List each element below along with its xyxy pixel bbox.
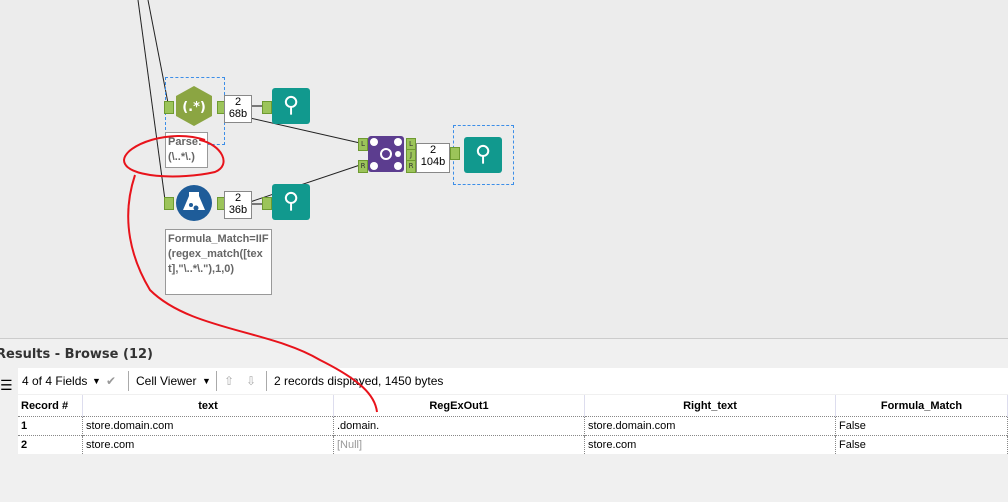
checkmark-icon[interactable]: ✔ — [106, 374, 116, 388]
regex-input-anchor[interactable] — [164, 101, 174, 114]
table-row: 2 store.com [Null] store.com False — [18, 435, 1008, 454]
column-header[interactable]: text — [82, 395, 334, 417]
cell[interactable]: False — [835, 435, 1008, 454]
menu-icon[interactable]: ☰ — [0, 379, 13, 393]
regex-annotation: Parse: (\..*\.) — [165, 132, 208, 168]
cell[interactable]: store.domain.com — [82, 416, 334, 436]
binoculars-icon[interactable]: ⚲ — [464, 137, 502, 173]
formula-record-count: 2 36b — [224, 191, 252, 219]
formula-annotation: Formula_Match=IIF(regex_match([text],"\.… — [165, 229, 272, 295]
formula-input-anchor[interactable] — [164, 197, 174, 210]
regex-record-count: 2 68b — [224, 95, 252, 123]
join-record-count: 2 104b — [416, 143, 450, 173]
results-panel: Results - Browse (12) ☰ 4 of 4 Fields ▼ … — [0, 338, 1008, 502]
table-header: Record # text RegExOut1 Right_text Formu… — [18, 395, 1008, 417]
formula-flask-icon[interactable] — [175, 184, 213, 222]
workflow-canvas[interactable]: (.*) 2 68b ⚲ Parse: (\..*\.) 2 36b ⚲ Formu… — [0, 0, 1008, 338]
fields-select[interactable]: 4 of 4 Fields — [22, 374, 87, 388]
cell[interactable]: store.com — [584, 435, 836, 454]
arrow-down-icon[interactable]: ⇩ — [246, 374, 256, 388]
cell[interactable]: 2 — [18, 435, 83, 454]
regex-icon[interactable]: (.*) — [174, 86, 214, 126]
results-toolbar: 4 of 4 Fields ▼ ✔ Cell Viewer ▼ ⇧ ⇩ 2 re… — [18, 368, 1008, 394]
cell[interactable]: False — [835, 416, 1008, 436]
browse-input-anchor[interactable] — [262, 101, 272, 114]
cell[interactable]: store.com — [82, 435, 334, 454]
column-header[interactable]: Formula_Match — [835, 395, 1008, 417]
column-header[interactable]: Record # — [18, 395, 83, 417]
cell[interactable]: [Null] — [333, 435, 585, 454]
cell[interactable]: 1 — [18, 416, 83, 436]
join-left-input[interactable]: L — [358, 138, 368, 151]
chevron-down-icon[interactable]: ▼ — [92, 376, 101, 386]
viewer-select[interactable]: Cell Viewer — [136, 374, 196, 388]
join-icon[interactable] — [368, 136, 404, 172]
column-header[interactable]: RegExOut1 — [333, 395, 585, 417]
binoculars-icon[interactable]: ⚲ — [272, 184, 310, 220]
connection-line — [137, 0, 166, 201]
join-right-output[interactable]: R — [406, 160, 416, 173]
browse-input-anchor[interactable] — [450, 147, 460, 160]
browse-input-anchor[interactable] — [262, 197, 272, 210]
cell[interactable]: .domain. — [333, 416, 585, 436]
table-row: 1 store.domain.com .domain. store.domain… — [18, 416, 1008, 436]
results-table: Record # text RegExOut1 Right_text Formu… — [18, 395, 1008, 454]
svg-text:(.*): (.*) — [182, 100, 206, 115]
cell[interactable]: store.domain.com — [584, 416, 836, 436]
chevron-down-icon[interactable]: ▼ — [202, 376, 211, 386]
column-header[interactable]: Right_text — [584, 395, 836, 417]
status-text: 2 records displayed, 1450 bytes — [274, 374, 444, 388]
arrow-up-icon[interactable]: ⇧ — [224, 374, 234, 388]
binoculars-icon[interactable]: ⚲ — [272, 88, 310, 124]
results-title: Results - Browse (12) — [0, 347, 153, 362]
join-right-input[interactable]: R — [358, 160, 368, 173]
